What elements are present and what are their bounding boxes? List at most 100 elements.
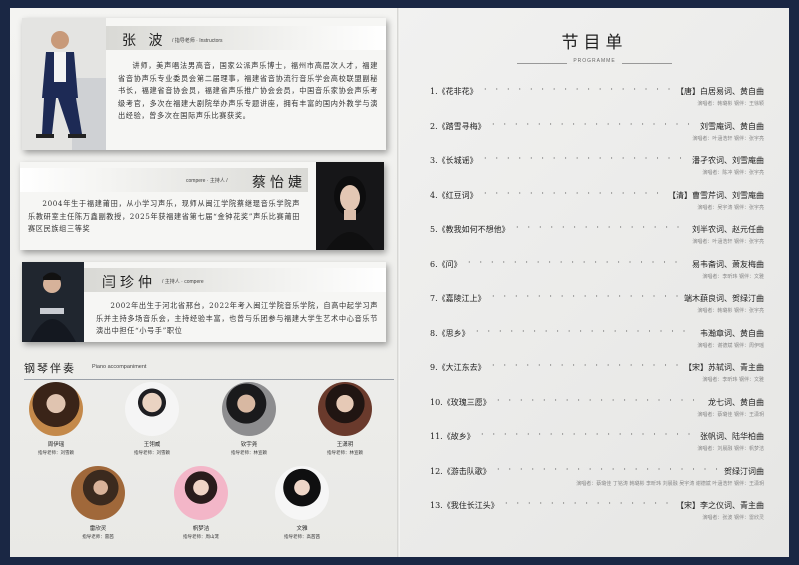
programme-item: 10.《玫瑰三愿》 · · · · · · · · · · · · · · · ·…	[430, 395, 764, 418]
programme-item-row: 8.《思乡》 · · · · · · · · · · · · · · · · · …	[430, 326, 764, 340]
accompanist-4: 王潇玥 指导老师：林宣颖	[300, 382, 390, 456]
song-performers: 演唱者：刘晨融 钢伴：帆梦洁	[697, 446, 764, 452]
leader-dots: · · · · · · · · · · · · · · · · · · · · …	[476, 326, 694, 336]
leader-dots: · · · · · · · · · · · · · · · · · · · · …	[492, 119, 694, 129]
instructor-photo-2	[316, 162, 384, 250]
accompanist-name: 帆梦洁	[192, 526, 210, 532]
programme-item-row: 1.《花非花》 · · · · · · · · · · · · · · · · ·…	[430, 85, 764, 98]
accompanist-2: 王翎威 指导老师：刘雪颖	[107, 382, 197, 456]
avatar	[125, 382, 179, 436]
accompanist-name: 文雅	[296, 526, 308, 532]
instructor-card-1: 张 波 / 指导老师 · Instructors 讲师，美声唱法男高音，国家公派…	[22, 18, 386, 150]
instructor-bio-2: 2004年生于福建莆田，从小学习声乐，现师从闽江学院蔡继琨音乐学院声乐教研室主任…	[28, 199, 300, 234]
song-author: 【清】曹雪芹词、刘雪庵曲	[668, 190, 764, 200]
song-author: 刘雪庵词、黄自曲	[700, 121, 764, 131]
accompanist-teacher: 指导老师：林宣颖	[327, 451, 363, 456]
instructor-name-1: 张 波	[122, 33, 167, 49]
programme-item-row: 7.《嘉陵江上》 · · · · · · · · · · · · · · · · …	[430, 292, 764, 305]
song-title: 8.《思乡》	[430, 328, 470, 338]
instructor-role-1: / 指导老师 · Instructors	[172, 38, 223, 44]
accompanist-teacher: 指导老师：雷茜	[82, 535, 114, 540]
accompanist-6: 帆梦洁 指导老师：周山茏	[156, 466, 246, 540]
programme-item-row: 6.《问》 · · · · · · · · · · · · · · · · · ·…	[430, 257, 764, 271]
programme-item: 8.《思乡》 · · · · · · · · · · · · · · · · · …	[430, 326, 764, 349]
song-author: 韦瀚章词、黄自曲	[700, 328, 764, 338]
programme-item-row: 13.《我住长江头》 · · · · · · · · · · · · · · · …	[430, 499, 764, 512]
programme-item: 12.《游击队歌》 · · · · · · · · · · · · · · · ·…	[430, 464, 764, 487]
song-performers: 演唱者：叶涵浩轩 钢伴：张宇亮	[692, 239, 764, 245]
programme-item-row: 5.《教我如何不想他》 · · · · · · · · · · · · · · ·…	[430, 223, 764, 236]
song-performers: 演唱者：谢德斌 钢伴：周伊瑶	[697, 342, 764, 349]
accompanist-7: 文雅 指导老师：高茜茜	[257, 466, 347, 540]
accompanist-name: 王翎威	[143, 442, 161, 448]
avatar	[318, 382, 372, 436]
accompanist-name: 钦宇尧	[240, 442, 258, 448]
song-performers: 演唱者：李昕玮 钢伴：文雅	[702, 377, 764, 383]
programme-item: 13.《我住长江头》 · · · · · · · · · · · · · · · …	[430, 499, 764, 521]
song-title: 3.《长城谣》	[430, 156, 478, 165]
programme-item-row: 4.《红豆词》 · · · · · · · · · · · · · · · · ·…	[430, 189, 764, 202]
accompanist-name: 王潇玥	[336, 442, 354, 448]
song-title: 2.《踏雪寻梅》	[430, 121, 486, 131]
song-performers: 演唱者：韩璐彬 钢伴：王徐颖	[697, 101, 764, 107]
programme-item: 11.《故乡》 · · · · · · · · · · · · · · · · ·…	[430, 430, 764, 452]
programme-item: 4.《红豆词》 · · · · · · · · · · · · · · · · ·…	[430, 189, 764, 211]
leader-dots: · · · · · · · · · · · · · · · · · · · · …	[497, 395, 702, 405]
leader-dots: · · · · · · · · · · · · · · · · · · · · …	[484, 154, 686, 163]
avatar	[174, 466, 228, 520]
instructor-photo-1	[22, 18, 106, 150]
song-performers: 演唱者：张波 钢伴：雷欣灵	[702, 515, 764, 521]
song-title: 6.《问》	[430, 259, 462, 269]
leader-dots: · · · · · · · · · · · · · · · · · · · · …	[484, 85, 670, 94]
programme-item: 5.《教我如何不想他》 · · · · · · · · · · · · · · ·…	[430, 223, 764, 245]
song-author: 易韦斋词、萧友梅曲	[692, 259, 764, 269]
programme-subtitle: PROGRAMME	[573, 58, 616, 64]
accompanist-teacher: 指导老师：刘雪颖	[38, 451, 74, 456]
song-title: 13.《我住长江头》	[430, 501, 499, 510]
song-title: 5.《教我如何不想他》	[430, 225, 510, 234]
song-author: 【宋】苏轼词、青主曲	[684, 363, 764, 372]
song-performers: 演唱者：韩璐彬 钢伴：张宇亮	[697, 308, 764, 314]
leader-dots: · · · · · · · · · · · · · · · · · · · · …	[468, 257, 686, 267]
avatar	[275, 466, 329, 520]
accompaniment-title: 钢琴伴奏	[24, 362, 76, 375]
instructor-photo-3	[22, 262, 84, 342]
song-performers: 演唱者：陈冲 钢伴：张宇亮	[702, 170, 764, 176]
leader-dots: · · · · · · · · · · · · · · · · · · · · …	[516, 223, 686, 232]
accompanist-name: 雷欣灵	[89, 526, 107, 532]
song-title: 9.《大江东去》	[430, 363, 486, 372]
instructor-card-3: 闫珍仲 / 主持人 · compere 2002年出生于河北省邢台，2022年考…	[22, 262, 386, 342]
song-title: 1.《花非花》	[430, 87, 478, 96]
accompanist-teacher: 指导老师：高茜茜	[284, 535, 320, 540]
left-page: 张 波 / 指导老师 · Instructors 讲师，美声唱法男高音，国家公派…	[10, 8, 398, 557]
avatar	[29, 382, 83, 436]
accompanist-teacher: 指导老师：林宣颖	[231, 451, 267, 456]
song-author: 端木蕻良词、贺绿汀曲	[684, 294, 764, 303]
song-title: 7.《嘉陵江上》	[430, 294, 486, 303]
avatar	[71, 466, 125, 520]
programme-item: 1.《花非花》 · · · · · · · · · · · · · · · · ·…	[430, 85, 764, 107]
song-title: 11.《故乡》	[430, 432, 475, 441]
song-author: 张帆词、陆华柏曲	[700, 432, 764, 441]
programme-item-row: 9.《大江东去》 · · · · · · · · · · · · · · · · …	[430, 361, 764, 374]
leader-dots: · · · · · · · · · · · · · · · · · · · · …	[505, 499, 670, 508]
instructor-role-3: / 主持人 · compere	[162, 279, 204, 285]
leader-dots: · · · · · · · · · · · · · · · · · · · · …	[492, 292, 678, 301]
leader-dots: · · · · · · · · · · · · · · · · · · · · …	[497, 464, 718, 474]
accompanist-5: 雷欣灵 指导老师：雷茜	[53, 466, 143, 540]
instructor-bio-3: 2002年出生于河北省邢台，2022年考入闽江学院音乐学院，自高中起学习声乐并主…	[96, 301, 378, 336]
programme-item-row: 10.《玫瑰三愿》 · · · · · · · · · · · · · · · ·…	[430, 395, 764, 409]
avatar	[222, 382, 276, 436]
leader-dots: · · · · · · · · · · · · · · · · · · · · …	[492, 361, 678, 370]
song-performers: 演唱者：蔡璐佳 钢伴：王潇玥	[697, 411, 764, 418]
instructor-name-3: 闫珍仲	[102, 275, 156, 291]
programme-item: 7.《嘉陵江上》 · · · · · · · · · · · · · · · · …	[430, 292, 764, 314]
accompaniment-subtitle: Piano accompaniment	[92, 364, 147, 370]
song-author: 潘孑农词、刘雪庵曲	[692, 156, 764, 165]
song-author: 【宋】李之仪词、青主曲	[676, 501, 764, 510]
accompaniment-divider	[24, 379, 394, 380]
song-performers: 演唱者：吴宇涛 钢伴：张宇亮	[697, 204, 764, 211]
programme-item: 9.《大江东去》 · · · · · · · · · · · · · · · · …	[430, 361, 764, 383]
programme-item-row: 11.《故乡》 · · · · · · · · · · · · · · · · ·…	[430, 430, 764, 443]
song-author: 【唐】白居易词、黄自曲	[676, 87, 764, 96]
